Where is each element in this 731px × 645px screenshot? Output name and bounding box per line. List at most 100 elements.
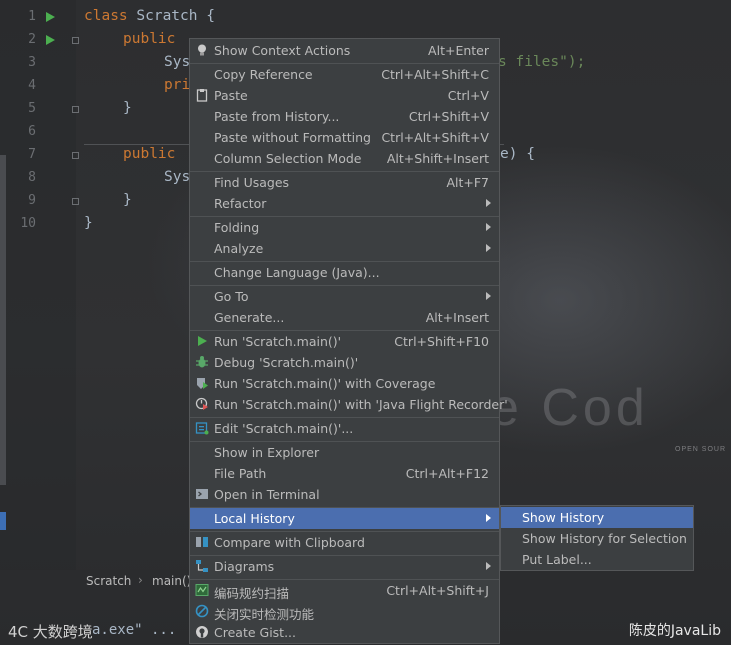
code-line-2[interactable]: public bbox=[123, 31, 175, 47]
menu-item-label: Edit 'Scratch.main()'... bbox=[214, 421, 354, 436]
menu-item-label: 关闭实时检测功能 bbox=[214, 607, 315, 622]
menu-item-paste-without-formatting[interactable]: Paste without Formatting Ctrl+Alt+Shift+… bbox=[190, 127, 499, 148]
menu-item-label: Column Selection Mode bbox=[214, 151, 362, 166]
code-string[interactable]: s files"); bbox=[498, 54, 585, 70]
menu-item-label: Show Context Actions bbox=[214, 43, 351, 58]
menu-item-disable-realtime-check[interactable]: 关闭实时检测功能 bbox=[190, 601, 499, 622]
editor-context-menu: Show Context Actions Alt+Enter Copy Refe… bbox=[189, 38, 508, 644]
menu-item-find-usages[interactable]: Find Usages Alt+F7 bbox=[190, 172, 499, 193]
menu-item-label: Paste bbox=[214, 88, 248, 103]
breadcrumb-item[interactable]: main() bbox=[152, 574, 191, 588]
code-line-10[interactable]: } bbox=[84, 215, 93, 231]
keyword: class bbox=[84, 8, 128, 24]
line-number: 10 bbox=[20, 216, 36, 231]
editor-gutter bbox=[0, 0, 76, 570]
fold-marker-icon[interactable] bbox=[72, 37, 79, 44]
run-gutter-icon[interactable] bbox=[46, 12, 55, 22]
menu-item-compare-with-clipboard[interactable]: Compare with Clipboard bbox=[190, 532, 499, 553]
menu-item-generate[interactable]: Generate... Alt+Insert bbox=[190, 307, 499, 328]
menu-item-shortcut: Alt+Enter bbox=[428, 43, 489, 58]
menu-item-label: Put Label... bbox=[522, 552, 592, 567]
local-history-submenu: Show History Show History for Selection … bbox=[500, 505, 694, 571]
github-icon bbox=[195, 625, 209, 639]
brand-watermark-right: 陈皮的JavaLib bbox=[628, 623, 721, 639]
menu-item-edit-configuration[interactable]: Edit 'Scratch.main()'... bbox=[190, 418, 499, 439]
menu-item-open-in-terminal[interactable]: Open in Terminal bbox=[190, 484, 499, 505]
menu-item-run-with-jfr[interactable]: Run 'Scratch.main()' with 'Java Flight R… bbox=[190, 394, 508, 415]
menu-item-column-selection-mode[interactable]: Column Selection Mode Alt+Shift+Insert bbox=[190, 148, 499, 169]
menu-item-paste[interactable]: Paste Ctrl+V bbox=[190, 85, 499, 106]
menu-item-file-path[interactable]: File Path Ctrl+Alt+F12 bbox=[190, 463, 499, 484]
code-line-1[interactable]: class Scratch { bbox=[84, 8, 215, 24]
menu-item-show-in-explorer[interactable]: Show in Explorer bbox=[190, 442, 499, 463]
menu-item-show-context-actions[interactable]: Show Context Actions Alt+Enter bbox=[190, 40, 499, 61]
submenu-arrow-icon bbox=[486, 562, 491, 570]
clipboard-icon bbox=[195, 88, 209, 102]
menu-item-shortcut: Ctrl+Alt+Shift+V bbox=[381, 130, 489, 145]
menu-item-copy-reference[interactable]: Copy Reference Ctrl+Alt+Shift+C bbox=[190, 64, 499, 85]
menu-item-label: Compare with Clipboard bbox=[214, 535, 365, 550]
menu-item-label: Analyze bbox=[214, 241, 264, 256]
fold-marker-icon[interactable] bbox=[72, 106, 79, 113]
menu-item-run-with-coverage[interactable]: Run 'Scratch.main()' with Coverage bbox=[190, 373, 499, 394]
line-number: 4 bbox=[28, 78, 36, 93]
menu-item-paste-from-history[interactable]: Paste from History... Ctrl+Shift+V bbox=[190, 106, 499, 127]
profiler-icon bbox=[195, 397, 209, 411]
menu-item-label: Diagrams bbox=[214, 559, 275, 574]
fold-marker-icon[interactable] bbox=[72, 198, 79, 205]
menu-item-change-language[interactable]: Change Language (Java)... bbox=[190, 262, 499, 283]
run-gutter-icon[interactable] bbox=[46, 35, 55, 45]
menu-item-label: Run 'Scratch.main()' with 'Java Flight R… bbox=[214, 397, 508, 412]
menu-item-shortcut: Ctrl+V bbox=[447, 88, 489, 103]
menu-item-refactor[interactable]: Refactor bbox=[190, 193, 499, 214]
line-number: 5 bbox=[28, 101, 36, 116]
menu-item-folding[interactable]: Folding bbox=[190, 217, 499, 238]
line-number: 1 bbox=[28, 9, 36, 24]
menu-item-run[interactable]: Run 'Scratch.main()' Ctrl+Shift+F10 bbox=[190, 331, 499, 352]
code-line-7-rest[interactable]: e) { bbox=[500, 146, 535, 162]
menu-item-label: Copy Reference bbox=[214, 67, 313, 82]
submenu-arrow-icon bbox=[486, 514, 491, 522]
code-line-7[interactable]: public bbox=[123, 146, 175, 162]
submenu-arrow-icon bbox=[486, 199, 491, 207]
line-number: 7 bbox=[28, 147, 36, 162]
menu-item-debug[interactable]: Debug 'Scratch.main()' bbox=[190, 352, 499, 373]
menu-item-shortcut: Ctrl+Alt+Shift+J bbox=[386, 583, 489, 598]
menu-item-shortcut: Ctrl+Alt+Shift+C bbox=[381, 67, 489, 82]
submenu-item-show-history[interactable]: Show History bbox=[501, 507, 693, 528]
menu-item-label: Folding bbox=[214, 220, 260, 235]
menu-item-label: Debug 'Scratch.main()' bbox=[214, 355, 359, 370]
edit-config-icon bbox=[195, 421, 209, 435]
menu-item-local-history[interactable]: Local History bbox=[190, 508, 499, 529]
line-number: 2 bbox=[28, 32, 36, 47]
console-fragment: a.exe" ... bbox=[92, 622, 177, 638]
menu-item-diagrams[interactable]: Diagrams bbox=[190, 556, 499, 577]
code-line-3[interactable]: Sys bbox=[164, 54, 190, 70]
menu-item-label: Create Gist... bbox=[214, 625, 297, 640]
code-line-4[interactable]: pri bbox=[164, 77, 190, 93]
submenu-item-put-label[interactable]: Put Label... bbox=[501, 549, 693, 570]
menu-item-label: Local History bbox=[214, 511, 295, 526]
background-watermark-text: e Cod bbox=[490, 379, 649, 437]
menu-item-shortcut: Alt+Insert bbox=[425, 310, 489, 325]
menu-item-go-to[interactable]: Go To bbox=[190, 286, 499, 307]
breadcrumb-item[interactable]: Scratch bbox=[86, 574, 131, 588]
code-line-5[interactable]: } bbox=[123, 100, 132, 116]
background-watermark-small: OPEN SOUR bbox=[675, 446, 727, 453]
brand-watermark-left: 4C 大数跨境 bbox=[8, 623, 93, 641]
code-line-9[interactable]: } bbox=[123, 192, 132, 208]
menu-item-code-scan[interactable]: 编码规约扫描 Ctrl+Alt+Shift+J bbox=[190, 580, 499, 601]
menu-item-shortcut: Alt+F7 bbox=[446, 175, 489, 190]
compare-icon bbox=[195, 535, 209, 549]
submenu-arrow-icon bbox=[486, 223, 491, 231]
menu-item-label: Generate... bbox=[214, 310, 285, 325]
line-number: 3 bbox=[28, 55, 36, 70]
menu-item-create-gist[interactable]: Create Gist... bbox=[190, 622, 499, 643]
run-icon bbox=[195, 334, 209, 348]
menu-item-label: Show History bbox=[522, 510, 605, 525]
code-line-8[interactable]: Sys bbox=[164, 169, 190, 185]
menu-item-analyze[interactable]: Analyze bbox=[190, 238, 499, 259]
fold-marker-icon[interactable] bbox=[72, 152, 79, 159]
submenu-item-show-history-for-selection[interactable]: Show History for Selection bbox=[501, 528, 693, 549]
submenu-arrow-icon bbox=[486, 292, 491, 300]
